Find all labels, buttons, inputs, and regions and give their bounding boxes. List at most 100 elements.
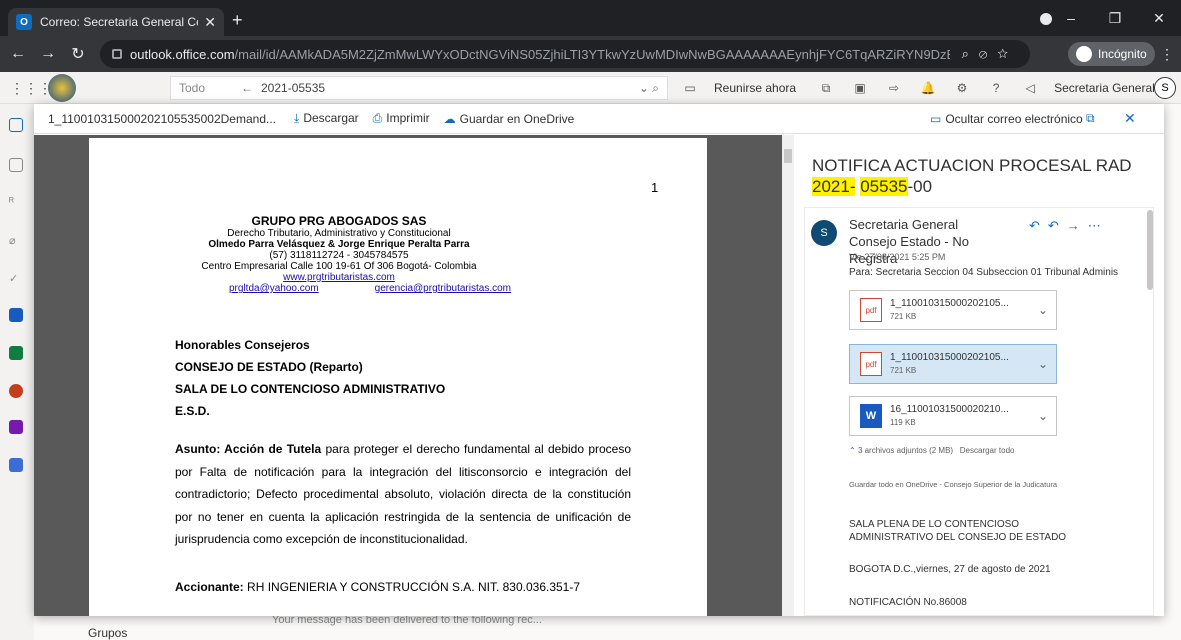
people-icon[interactable]: ᴿ: [9, 196, 23, 210]
url-host: outlook.office.com: [130, 46, 235, 62]
outlook-favicon-icon: O: [16, 14, 32, 30]
attachment-card[interactable]: W 16_11001031500020210... 119 KB ⌄: [849, 396, 1057, 436]
attachments-summary: ⌃ 3 archivos adjuntos (2 MB) Descargar t…: [849, 446, 1014, 455]
powerpoint-icon[interactable]: [9, 384, 23, 398]
browser-tab[interactable]: O Correo: Secretaria General Conse ✕: [8, 8, 224, 36]
incognito-label: Incógnito: [1098, 47, 1147, 61]
account-avatar[interactable]: S: [1154, 77, 1176, 99]
download-button[interactable]: ⤓ Descargar: [294, 111, 359, 126]
meet-now-icon[interactable]: ▭: [680, 81, 700, 95]
meet-now-button[interactable]: Reunirse ahora: [714, 81, 796, 95]
minimize-icon[interactable]: –: [1049, 10, 1093, 26]
incognito-badge[interactable]: Incógnito: [1068, 42, 1155, 66]
account-name[interactable]: Secretaria General...: [1054, 81, 1165, 95]
pdf-file-icon: pdf: [860, 298, 882, 322]
onenote-icon[interactable]: [9, 420, 23, 434]
word-icon[interactable]: [9, 308, 23, 322]
teams-icon[interactable]: ⧉: [816, 81, 836, 96]
subject-suffix: -00: [907, 177, 933, 196]
message-date: Vie 27/08/2021 5:25 PM: [849, 252, 946, 262]
search-back-icon[interactable]: ←: [241, 81, 253, 95]
back-arrow-icon[interactable]: ←: [6, 45, 30, 63]
email-link-2[interactable]: gerencia@prgtributaristas.com: [375, 283, 511, 294]
feedback-icon[interactable]: ◁: [1020, 81, 1040, 95]
notifications-bell-icon[interactable]: 🔔: [918, 81, 938, 95]
omnibox-action-icons[interactable]: ⌕⊘☆: [962, 46, 1018, 62]
close-tab-icon[interactable]: ✕: [204, 14, 216, 31]
popout-icon[interactable]: ⧉: [1086, 111, 1095, 126]
attachment-viewer: 1_110010315000202105535002Demand... ⤓ Des…: [34, 104, 1164, 616]
download-icon: ⤓: [294, 111, 300, 125]
search-box[interactable]: Todo ← 2021-05535 ⌄ ⌕: [170, 76, 668, 100]
mail-icon[interactable]: [9, 118, 23, 132]
forward-arrow-icon[interactable]: →: [36, 45, 60, 63]
chevron-down-icon[interactable]: ⌄: [1030, 409, 1056, 423]
organization-logo[interactable]: [48, 74, 76, 102]
search-scope-dropdown[interactable]: Todo: [179, 81, 233, 95]
attachment-card-selected[interactable]: pdf 1_110010315000202105... 721 KB ⌄: [849, 344, 1057, 384]
folder-groups[interactable]: Grupos: [88, 626, 127, 640]
email-link-1[interactable]: prgltda@yahoo.com: [229, 283, 319, 294]
settings-gear-icon[interactable]: ⚙: [952, 81, 972, 95]
browser-menu-icon[interactable]: ⋮: [1160, 46, 1174, 63]
subject-text: para proteger el derecho fundamental al …: [175, 442, 632, 546]
subject-paragraph: Asunto: Acción de Tutela para proteger e…: [175, 438, 631, 551]
close-viewer-icon[interactable]: ✕: [1124, 110, 1136, 127]
tab-title: Correo: Secretaria General Conse: [40, 15, 198, 29]
address-bar-row: ← → ↻ outlook.office.com /mail/id/AAMkAD…: [0, 36, 1181, 72]
body-line: BOGOTA D.C.,viernes, 27 de agosto de 202…: [849, 564, 1051, 575]
search-input[interactable]: 2021-05535: [261, 81, 639, 95]
hide-email-label: Ocultar correo electrónico: [945, 111, 1083, 126]
new-tab-icon[interactable]: +: [232, 10, 243, 31]
attach-icon[interactable]: ⌀: [9, 234, 23, 248]
reading-pane-scrollbar[interactable]: [1147, 210, 1153, 290]
attachment-name: 1_110010315000202105...: [890, 352, 1009, 363]
save-onedrive-button[interactable]: ☁ Guardar en OneDrive: [444, 112, 575, 126]
reload-icon[interactable]: ↻: [66, 44, 90, 64]
app-launcher-icon[interactable]: ⋮⋮⋮: [10, 80, 52, 97]
email-subject: NOTIFICA ACTUACION PROCESAL RAD 2021- 05…: [812, 155, 1132, 197]
addressee-line: E.S.D.: [175, 404, 210, 418]
website-link[interactable]: www.prgtributaristas.com: [283, 272, 395, 283]
message-actions[interactable]: ↶↶→⋯: [1029, 218, 1109, 234]
attachment-size: 721 KB: [890, 312, 917, 321]
word-app-icon[interactable]: ▣: [850, 81, 870, 95]
calendar-icon[interactable]: [9, 158, 23, 172]
save-onedrive-label: Guardar en OneDrive: [459, 111, 575, 126]
lock-icon: [112, 49, 122, 59]
plaintiff-text: RH INGENIERIA Y CONSTRUCCIÓN S.A. NIT. 8…: [243, 580, 581, 594]
addressee-line: Honorables Consejeros: [175, 338, 310, 352]
subject-label: Asunto: Acción de Tutela: [175, 442, 322, 456]
sender-avatar[interactable]: S: [811, 220, 837, 246]
subject-highlight: 05535: [860, 177, 908, 196]
print-button[interactable]: ⎙ Imprimir: [373, 111, 430, 126]
url-input[interactable]: outlook.office.com /mail/id/AAMkADA5M2Zj…: [100, 40, 1030, 68]
collapse-icon[interactable]: ⌃: [849, 446, 856, 455]
close-window-icon[interactable]: ✕: [1137, 10, 1181, 27]
chevron-down-icon[interactable]: ⌄: [1030, 303, 1056, 317]
outlook-header: ⋮⋮⋮ Todo ← 2021-05535 ⌄ ⌕ ▭ Reunirse aho…: [0, 72, 1181, 104]
window-controls: – ❐ ✕: [1049, 0, 1181, 36]
hide-email-button[interactable]: ▭ Ocultar correo electrónico: [930, 112, 1083, 126]
restore-icon[interactable]: ❐: [1093, 10, 1137, 27]
scrollbar-thumb[interactable]: [784, 149, 792, 163]
print-icon: ⎙: [372, 111, 383, 125]
save-all-onedrive-link[interactable]: Guardar todo en OneDrive - Consejo Super…: [849, 480, 1057, 489]
chevron-down-icon[interactable]: ⌄: [1030, 357, 1056, 371]
letterhead: GRUPO PRG ABOGADOS SAS Derecho Tributari…: [89, 214, 589, 294]
excel-icon[interactable]: [9, 346, 23, 360]
download-all-link[interactable]: Descargar todo: [960, 446, 1015, 455]
todo-icon[interactable]: ✓: [9, 272, 23, 286]
help-icon[interactable]: ?: [986, 81, 1006, 95]
search-icon[interactable]: ⌄ ⌕: [639, 81, 659, 96]
page-number: 1: [651, 180, 659, 195]
document-scrollbar[interactable]: [782, 135, 794, 616]
document-preview: 1 GRUPO PRG ABOGADOS SAS Derecho Tributa…: [34, 135, 794, 616]
message-card: S Secretaria General Consejo Estado - No…: [804, 207, 1154, 616]
forward-app-icon[interactable]: ⇨: [884, 81, 904, 95]
teams-rail-icon[interactable]: [9, 458, 23, 472]
plaintiff-label: Accionante:: [175, 580, 244, 594]
addressee-line: CONSEJO DE ESTADO (Reparto): [175, 360, 363, 374]
phones: (57) 3118112724 - 3045784575: [269, 250, 409, 261]
attachment-card[interactable]: pdf 1_110010315000202105... 721 KB ⌄: [849, 290, 1057, 330]
